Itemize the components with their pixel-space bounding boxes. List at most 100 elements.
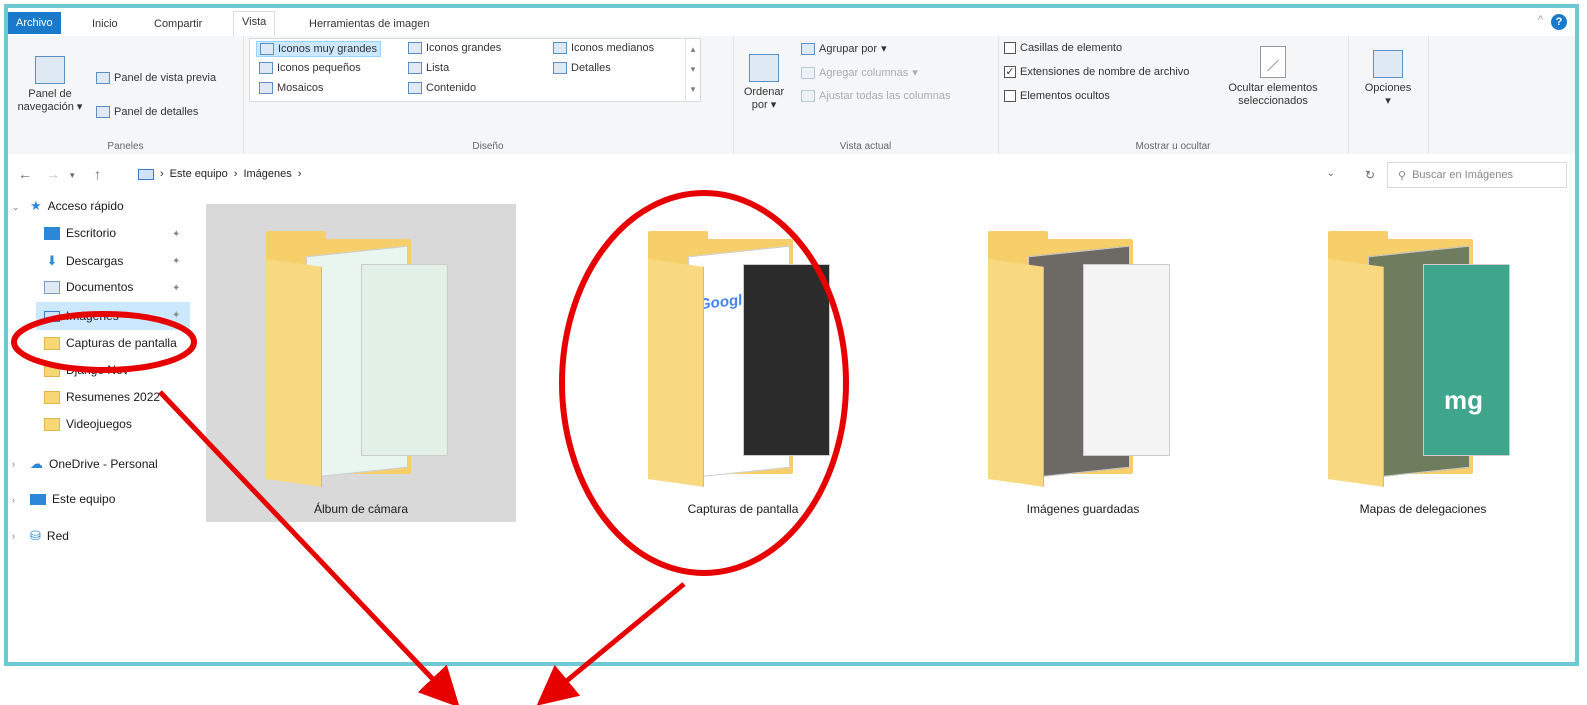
tab-archivo[interactable]: Archivo <box>8 12 61 34</box>
add-columns-icon <box>801 66 815 79</box>
recent-locations-icon[interactable]: ▾ <box>70 170 75 181</box>
fit-columns-button[interactable]: Ajustar todas las columnas <box>801 90 950 102</box>
pin-icon[interactable]: ✦ <box>172 256 180 267</box>
layout-extra-large-icons[interactable]: Iconos muy grandes <box>256 41 382 57</box>
folder-tile-capturas-pantalla[interactable]: Google Capturas de pantalla <box>588 204 898 522</box>
help-icon[interactable]: ? <box>1551 14 1567 30</box>
navigation-pane-icon <box>35 56 65 84</box>
navigation-pane-button[interactable]: Panel de navegación ▾ <box>12 56 88 114</box>
fit-columns-icon <box>801 90 815 102</box>
expand-chevron-icon[interactable]: › <box>12 531 15 541</box>
hide-selected-button[interactable]: Ocultar elementos seleccionados <box>1218 46 1328 108</box>
group-vista-actual: Ordenar por ▾ Agrupar por ▾ Agregar colu… <box>733 36 999 154</box>
back-arrow-icon[interactable]: ← <box>18 166 32 182</box>
ribbon: Panel de navegación ▾ Panel de vista pre… <box>8 36 1575 155</box>
item-checkboxes-toggle[interactable]: Casillas de elemento <box>1004 42 1122 54</box>
hidden-items-toggle[interactable]: Elementos ocultos <box>1004 90 1110 102</box>
group-label-diseno: Diseño <box>472 141 504 152</box>
sidebar-item-documentos[interactable]: Documentos <box>44 280 133 294</box>
layout-gallery-scroll[interactable]: ▴ ▾ ▾ <box>685 39 700 101</box>
folder-tile-mapas-delegaciones[interactable]: mg Mapas de delegaciones <box>1268 204 1575 522</box>
preview-pane-icon <box>96 72 110 84</box>
sidebar-item-resumenes-2022[interactable]: Resumenes 2022 <box>44 390 160 404</box>
sidebar-item-django-nov[interactable]: Django Nov <box>44 363 129 377</box>
layout-details[interactable]: Detalles <box>550 61 614 75</box>
breadcrumb-separator: › <box>297 168 302 180</box>
breadcrumb-este-equipo[interactable]: Este equipo <box>170 168 228 180</box>
tiles-icon <box>259 82 273 94</box>
expand-chevron-icon[interactable]: ⌄ <box>12 202 20 213</box>
layout-list[interactable]: Lista <box>405 61 452 75</box>
folder-thumbnail <box>266 231 456 487</box>
folder-icon <box>44 390 60 404</box>
hidden-items-checkbox[interactable] <box>1004 90 1016 102</box>
layout-large-icons[interactable]: Iconos grandes <box>405 41 504 55</box>
computer-icon <box>138 168 154 180</box>
sidebar-item-capturas[interactable]: Capturas de pantalla <box>44 336 177 350</box>
layout-tiles[interactable]: Mosaicos <box>256 81 326 95</box>
desktop-icon <box>44 226 60 240</box>
pictures-icon <box>44 310 60 322</box>
group-diseno: Iconos muy grandes Iconos grandes Iconos… <box>243 36 734 154</box>
star-icon: ★ <box>30 198 42 213</box>
details-pane-button[interactable]: Panel de detalles <box>96 106 198 118</box>
forward-arrow-icon[interactable]: → <box>46 166 60 182</box>
pin-icon[interactable]: ✦ <box>172 229 180 240</box>
medium-icons-icon <box>553 42 567 54</box>
navigation-pane: ⌄ ★ Acceso rápido Escritorio ✦ ⬇ Descarg… <box>8 198 198 662</box>
layout-medium-icons[interactable]: Iconos medianos <box>550 41 657 55</box>
sidebar-item-onedrive[interactable]: ☁ OneDrive - Personal <box>30 456 158 472</box>
options-button[interactable]: Opciones ▾ <box>1354 50 1422 108</box>
layout-small-icons[interactable]: Iconos pequeños <box>256 61 364 75</box>
group-by-icon <box>801 42 815 55</box>
group-label-mostrar-ocultar: Mostrar u ocultar <box>1135 141 1211 152</box>
sort-by-button[interactable]: Ordenar por ▾ <box>739 54 789 112</box>
tab-vista[interactable]: Vista <box>233 11 276 36</box>
documents-icon <box>44 280 60 294</box>
tab-inicio[interactable]: Inicio <box>84 14 126 34</box>
folder-icon <box>44 417 60 431</box>
download-icon: ⬇ <box>46 253 58 268</box>
sidebar-item-videojuegos[interactable]: Videojuegos <box>44 417 132 431</box>
sidebar-item-imagenes[interactable]: Imágenes <box>36 302 190 330</box>
group-opciones: Opciones ▾ <box>1348 36 1429 154</box>
up-arrow-icon[interactable]: ↑ <box>94 166 101 182</box>
sidebar-item-quick-access[interactable]: ★ Acceso rápido <box>30 198 124 214</box>
folder-icon <box>44 336 60 350</box>
collapse-ribbon-icon[interactable]: ^ <box>1538 14 1543 26</box>
search-input[interactable]: ⚲ Buscar en Imágenes <box>1387 162 1567 188</box>
navigation-bar: ← → ▾ ↑ › Este equipo › Imágenes › ⌄ ↻ ⚲… <box>8 154 1575 196</box>
folder-tile-imagenes-guardadas[interactable]: Imágenes guardadas <box>928 204 1238 522</box>
extensions-toggle[interactable]: ✓ Extensiones de nombre de archivo <box>1004 66 1189 78</box>
small-icons-icon <box>259 62 273 74</box>
sidebar-item-descargas[interactable]: ⬇ Descargas <box>44 253 124 269</box>
sidebar-item-escritorio[interactable]: Escritorio <box>44 226 116 240</box>
preview-pane-button[interactable]: Panel de vista previa <box>96 72 216 84</box>
layout-gallery: Iconos muy grandes Iconos grandes Iconos… <box>249 38 701 102</box>
pin-icon[interactable]: ✦ <box>172 310 180 321</box>
layout-content[interactable]: Contenido <box>405 81 479 95</box>
sidebar-item-este-equipo[interactable]: Este equipo <box>30 492 115 506</box>
refresh-icon[interactable]: ↻ <box>1365 168 1375 182</box>
hide-selected-icon <box>1260 46 1286 78</box>
tab-herramientas-imagen[interactable]: Herramientas de imagen <box>301 14 437 34</box>
group-by-button[interactable]: Agrupar por ▾ <box>801 42 887 55</box>
item-checkboxes-checkbox[interactable] <box>1004 42 1016 54</box>
expand-chevron-icon[interactable]: › <box>12 495 15 505</box>
folder-label: Capturas de pantalla <box>687 502 799 516</box>
pin-icon[interactable]: ✦ <box>172 283 180 294</box>
breadcrumb-separator: › <box>160 168 164 180</box>
network-icon: ⛁ <box>30 528 41 543</box>
folder-thumbnail: mg <box>1328 231 1518 487</box>
large-icons-icon <box>408 42 422 54</box>
extensions-checkbox[interactable]: ✓ <box>1004 66 1016 78</box>
search-icon: ⚲ <box>1398 169 1407 182</box>
sidebar-item-red[interactable]: ⛁ Red <box>30 528 69 544</box>
address-history-dropdown[interactable]: ⌄ <box>1327 168 1335 179</box>
folder-tile-album-camara[interactable]: Álbum de cámara <box>206 204 516 522</box>
tab-compartir[interactable]: Compartir <box>146 14 210 34</box>
expand-chevron-icon[interactable]: › <box>12 459 15 469</box>
add-columns-button[interactable]: Agregar columnas ▾ <box>801 66 918 79</box>
address-bar[interactable]: › Este equipo › Imágenes › <box>138 162 1338 186</box>
breadcrumb-imagenes[interactable]: Imágenes <box>243 168 291 180</box>
